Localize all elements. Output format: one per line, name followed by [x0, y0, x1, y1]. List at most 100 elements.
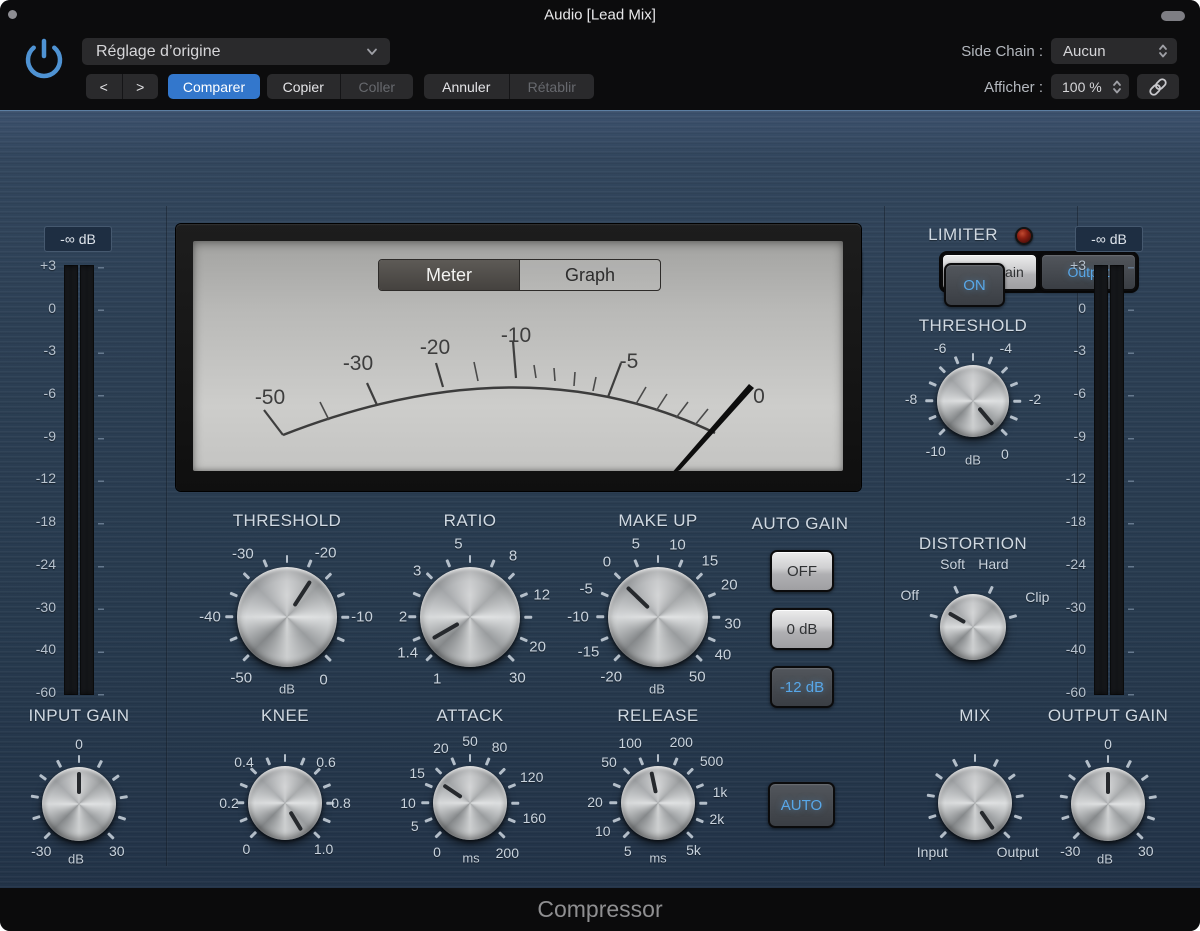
- auto-gain-minus12db-button[interactable]: -12 dB: [770, 666, 834, 708]
- side-chain-select[interactable]: Aucun: [1051, 38, 1177, 64]
- output-gain-knob[interactable]: [1059, 755, 1157, 841]
- auto-gain-off-button[interactable]: OFF: [770, 550, 834, 592]
- knob-scale-label: 20: [433, 740, 449, 757]
- limiter-threshold-knob[interactable]: [925, 353, 1021, 437]
- tick-mark: [925, 399, 933, 403]
- threshold-knob[interactable]: [225, 555, 349, 667]
- tick-mark: [1084, 759, 1091, 769]
- tick-mark: [622, 831, 630, 839]
- redo-button[interactable]: Rétablir: [508, 74, 595, 99]
- knob-scale-label: 3: [413, 562, 422, 580]
- knob-scale-label: Output: [996, 844, 1039, 861]
- chevron-updown-icon: [1159, 44, 1167, 58]
- meter-scale-label: +3: [40, 257, 56, 273]
- window-pill-icon[interactable]: [1161, 11, 1185, 21]
- power-icon[interactable]: [21, 37, 67, 83]
- tick-mark: [971, 353, 975, 361]
- meter-scale-label: -9: [1073, 427, 1086, 444]
- tick-mark: [672, 757, 678, 766]
- knob-scale-label: -2: [1028, 390, 1042, 407]
- tick-mark: [1106, 755, 1110, 763]
- preset-value: Réglage d’origine: [96, 42, 221, 60]
- input-gain-knob[interactable]: [30, 755, 128, 841]
- knob-scale-label: -10: [925, 442, 946, 459]
- window-dot-icon[interactable]: [8, 10, 17, 19]
- preset-forward-button[interactable]: >: [121, 74, 159, 99]
- knob-scale-label: 30: [108, 842, 125, 859]
- knob-scale-label: -30: [1060, 842, 1081, 859]
- tab-meter[interactable]: Meter: [379, 260, 519, 290]
- limiter-title: LIMITER: [928, 225, 998, 244]
- compare-button[interactable]: Comparer: [168, 74, 260, 99]
- chevron-down-icon: [367, 48, 377, 55]
- window-title: Audio [Lead Mix]: [544, 6, 656, 24]
- tick-mark: [1008, 614, 1017, 619]
- knob-scale-label: -6: [933, 340, 947, 357]
- plugin-header: Réglage d’origine < > Comparer Copier Co…: [0, 30, 1200, 110]
- knob-scale-label: Clip: [1025, 589, 1050, 605]
- meter-scale-label: -6: [43, 385, 56, 402]
- tick-mark: [507, 572, 515, 580]
- input-meter-bar-left: [64, 265, 78, 695]
- tick-mark: [929, 614, 938, 619]
- knob-scale-label: 0: [319, 671, 328, 689]
- makeup-unit: dB: [649, 681, 665, 697]
- makeup-knob[interactable]: [596, 555, 720, 667]
- copy-button[interactable]: Copier: [267, 74, 340, 99]
- limiter-led: [1015, 227, 1033, 245]
- threshold-unit: dB: [279, 681, 295, 697]
- release-knob[interactable]: [609, 754, 707, 840]
- divider: [884, 206, 886, 866]
- tick-mark: [468, 555, 472, 563]
- meter-scale-label: -3: [43, 342, 56, 359]
- tick-mark: [1007, 773, 1016, 780]
- mix-knob[interactable]: [926, 754, 1024, 840]
- auto-release-button[interactable]: AUTO: [768, 782, 835, 828]
- knob-scale-label: 10: [594, 823, 611, 840]
- ratio-knob[interactable]: [408, 555, 532, 667]
- tick-mark: [1136, 832, 1144, 840]
- link-button[interactable]: [1137, 74, 1179, 99]
- attack-knob[interactable]: [421, 754, 519, 840]
- tick-mark: [973, 754, 977, 762]
- tick-mark: [695, 817, 704, 823]
- preset-back-button[interactable]: <: [86, 74, 122, 99]
- limiter-on-button[interactable]: ON: [944, 263, 1005, 307]
- tick-mark: [695, 572, 703, 580]
- tick-mark: [408, 615, 416, 619]
- distortion-knob[interactable]: [929, 585, 1017, 660]
- knob-scale-label: -15: [577, 643, 600, 661]
- knob-scale-label: 0.4: [234, 754, 254, 770]
- tick-mark: [609, 801, 617, 805]
- paste-button[interactable]: Coller: [339, 74, 414, 99]
- tick-mark: [695, 783, 704, 789]
- tick-mark: [1146, 815, 1155, 821]
- tick-mark: [424, 817, 433, 823]
- tick-mark: [992, 758, 999, 768]
- view-zoom-select[interactable]: 100 %: [1051, 74, 1129, 99]
- tick-mark: [425, 654, 433, 662]
- tick-mark: [1000, 428, 1008, 436]
- preset-dropdown[interactable]: Réglage d’origine: [82, 38, 390, 65]
- tick-mark: [707, 636, 716, 642]
- tick-mark: [926, 794, 935, 798]
- tick-mark: [952, 585, 959, 594]
- side-chain-value: Aucun: [1063, 42, 1106, 60]
- tab-graph[interactable]: Graph: [519, 260, 660, 290]
- knob-scale-label: 0: [1001, 446, 1009, 463]
- tick-mark: [117, 815, 126, 821]
- knob-scale-label: 30: [724, 615, 742, 633]
- vu-label-m30: -30: [343, 352, 373, 375]
- knee-knob[interactable]: [236, 754, 334, 840]
- knob-scale-label: 200: [495, 844, 519, 861]
- auto-gain-0db-button[interactable]: 0 dB: [770, 608, 834, 650]
- tick-mark: [38, 774, 47, 781]
- knob-scale-label: -40: [199, 608, 221, 626]
- tick-mark: [1059, 795, 1068, 799]
- tick-mark: [107, 832, 115, 840]
- tick-mark: [633, 559, 639, 568]
- knob-scale-label: 200: [669, 734, 693, 751]
- tick-mark: [1067, 774, 1076, 781]
- input-level-readout: -∞ dB: [44, 226, 112, 252]
- undo-button[interactable]: Annuler: [424, 74, 509, 99]
